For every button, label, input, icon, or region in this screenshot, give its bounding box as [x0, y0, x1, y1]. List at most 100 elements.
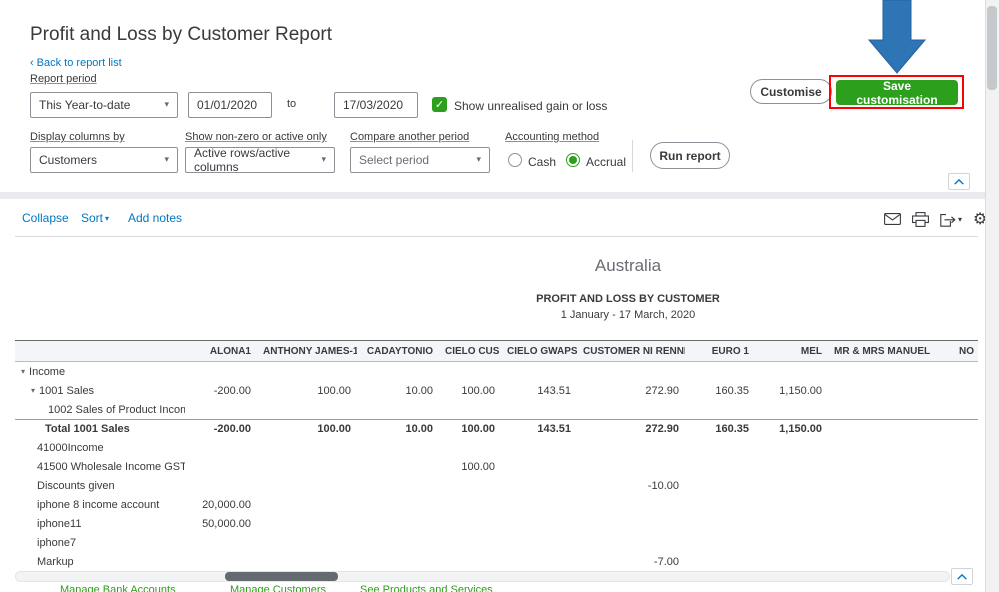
date-to-input[interactable]: [334, 92, 418, 118]
table-cell: 100.00: [257, 385, 357, 397]
active-rows-select[interactable]: Active rows/active columns ▾: [185, 147, 335, 173]
collapse-link[interactable]: Collapse: [22, 211, 69, 225]
report-toolbar-icons: ▾ ⚙: [884, 211, 987, 227]
table-cell: 100.00: [439, 385, 501, 397]
table-row: 41500 Wholesale Income GST F... 100.00: [15, 457, 978, 476]
column-header: MEL: [755, 346, 828, 357]
table-cell: 1,150.00: [755, 385, 828, 397]
vertical-scrollbar-thumb[interactable]: [987, 6, 997, 90]
report-period-label: Report period: [30, 73, 97, 85]
column-header: CADAYTONIO: [357, 346, 439, 357]
row-label-cell: Markup: [15, 556, 185, 568]
table-row: Discounts given -10.00: [15, 476, 978, 495]
chevron-down-icon: ▾: [476, 155, 481, 165]
filter-divider: [632, 140, 633, 172]
display-columns-select[interactable]: Customers ▾: [30, 147, 178, 173]
column-header: CUSTOMER NI RENNEL: [577, 346, 685, 357]
back-arrow-icon: ‹: [30, 57, 34, 69]
table-cell: 160.35: [685, 385, 755, 397]
table-row: ▾ Income: [15, 362, 978, 381]
report-date-range: 1 January - 17 March, 2020: [561, 309, 696, 321]
bottom-link[interactable]: Manage Bank Accounts: [60, 584, 176, 592]
table-cell: -200.00: [185, 423, 257, 435]
row-label: 1001 Sales: [39, 385, 94, 397]
row-label: iphone7: [37, 537, 76, 549]
back-link-label: Back to report list: [37, 57, 122, 69]
active-rows-label: Show non-zero or active only: [185, 131, 327, 143]
table-cell: -10.00: [577, 480, 685, 492]
cash-radio-label: Cash: [528, 155, 556, 169]
bottom-links-strip: Manage Bank Accounts Manage Customers See …: [0, 584, 985, 592]
print-icon[interactable]: [912, 212, 929, 227]
table-header-row: ALONA1ANTHONY JAMES-1CADAYTONIOCIELO CUS…: [15, 340, 978, 362]
table-cell: 10.00: [357, 385, 439, 397]
row-label: 41000Income: [37, 442, 104, 454]
sort-link-label: Sort: [81, 211, 103, 225]
table-cell: 1,150.00: [755, 423, 828, 435]
display-columns-label: Display columns by: [30, 131, 125, 143]
table-row: 41000Income: [15, 438, 978, 457]
horizontal-scrollbar-thumb[interactable]: [225, 572, 338, 581]
save-customisation-button[interactable]: Save customisation: [836, 80, 958, 105]
column-header: CIELO CUS: [439, 346, 501, 357]
row-label: Income: [29, 366, 65, 378]
run-report-button[interactable]: Run report: [650, 142, 730, 169]
unrealised-gain-checkbox[interactable]: ✓: [432, 97, 447, 112]
compare-period-select[interactable]: Select period ▾: [350, 147, 490, 173]
row-label: Total 1001 Sales: [45, 423, 130, 435]
row-label-cell: iphone7: [15, 537, 185, 549]
row-label: 41500 Wholesale Income GST F...: [37, 461, 185, 473]
table-row: Total 1001 Sales-200.00100.0010.00100.00…: [15, 419, 978, 438]
bottom-link[interactable]: Manage Customers: [230, 584, 326, 592]
horizontal-scrollbar[interactable]: [15, 571, 950, 582]
email-icon[interactable]: [884, 213, 901, 225]
table-cell: 100.00: [439, 461, 501, 473]
row-label-cell: ▾ 1001 Sales: [15, 385, 185, 397]
chevron-down-icon: ▾: [164, 155, 169, 165]
scroll-top-button[interactable]: [951, 568, 973, 585]
highlight-arrow-icon: [859, 0, 935, 76]
table-cell: 10.00: [357, 423, 439, 435]
sort-link[interactable]: Sort ▾: [81, 211, 109, 225]
table-cell: 272.90: [577, 385, 685, 397]
chevron-down-icon: ▾: [164, 100, 169, 110]
accrual-radio[interactable]: [566, 153, 580, 167]
collapse-row-icon[interactable]: ▾: [31, 386, 35, 395]
date-to-label: to: [287, 98, 296, 110]
table-row: iphone 8 income account20,000.00: [15, 495, 978, 514]
row-label-cell: 1002 Sales of Product Income: [15, 404, 185, 416]
row-label: Discounts given: [37, 480, 115, 492]
row-label-cell: Discounts given: [15, 480, 185, 492]
customise-button[interactable]: Customise: [750, 79, 832, 104]
table-cell: 160.35: [685, 423, 755, 435]
chevron-down-icon: ▾: [105, 214, 109, 223]
table-cell: 272.90: [577, 423, 685, 435]
table-cell: 20,000.00: [185, 499, 257, 511]
bottom-link[interactable]: See Products and Services: [360, 584, 493, 592]
cash-radio[interactable]: [508, 153, 522, 167]
back-to-report-list-link[interactable]: ‹ Back to report list: [30, 57, 122, 69]
column-header: CIELO GWAPS: [501, 346, 577, 357]
column-header: ANTHONY JAMES-1: [257, 346, 357, 357]
date-from-input[interactable]: [188, 92, 272, 118]
section-separator: [0, 192, 985, 199]
table-cell: 143.51: [501, 423, 577, 435]
table-cell: -200.00: [185, 385, 257, 397]
row-label: iphone11: [37, 518, 81, 530]
compare-period-value: Select period: [359, 153, 429, 167]
add-notes-link[interactable]: Add notes: [128, 211, 182, 225]
table-cell: 50,000.00: [185, 518, 257, 530]
column-header: EURO 1: [685, 346, 755, 357]
table-row: iphone7: [15, 533, 978, 552]
active-rows-value: Active rows/active columns: [194, 146, 321, 174]
report-title: PROFIT AND LOSS BY CUSTOMER: [536, 293, 720, 305]
collapse-panel-button[interactable]: [948, 173, 970, 190]
accrual-radio-label: Accrual: [586, 155, 626, 169]
row-label: 1002 Sales of Product Income: [48, 404, 185, 416]
collapse-row-icon[interactable]: ▾: [21, 367, 25, 376]
export-button[interactable]: ▾: [940, 212, 962, 227]
toolbar-divider: [15, 236, 978, 237]
table-body: ▾Income▾1001 Sales-200.00100.0010.00100.…: [15, 362, 978, 571]
column-header: ALONA1: [185, 346, 257, 357]
report-period-select[interactable]: This Year-to-date ▾: [30, 92, 178, 118]
